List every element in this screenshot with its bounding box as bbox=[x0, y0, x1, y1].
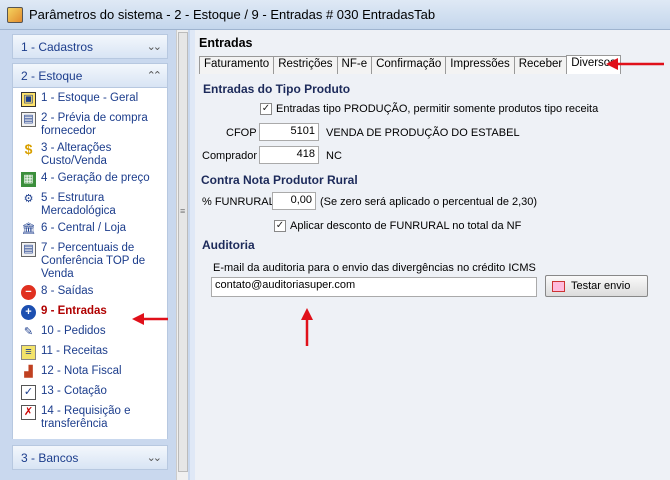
cfop-label: CFOP bbox=[226, 127, 257, 139]
sidebar-item-requisicao[interactable]: ✗ 14 - Requisição e transferência bbox=[13, 403, 167, 433]
tab-receber[interactable]: Receber bbox=[513, 56, 568, 74]
sidebar-item-label: 5 - Estrutura Mercadológica bbox=[41, 192, 116, 217]
app-icon bbox=[7, 6, 23, 23]
sidebar-item-label: 6 - Central / Loja bbox=[41, 222, 127, 234]
tab-restricoes[interactable]: Restrições bbox=[273, 56, 338, 74]
send-icon bbox=[552, 280, 565, 292]
scrollbar-grip-icon: ≡ bbox=[180, 206, 186, 216]
sidebar-item-label: 12 - Nota Fiscal bbox=[41, 365, 122, 377]
sidebar-item-estoque-geral[interactable]: ▣ 1 - Estoque - Geral bbox=[13, 90, 167, 110]
window-title: Parâmetros do sistema - 2 - Estoque / 9 … bbox=[29, 7, 436, 22]
sidebar-item-label: 2 - Prévia de compra fornecedor bbox=[41, 112, 148, 137]
testar-envio-button[interactable]: Testar envio bbox=[545, 275, 648, 297]
sidebar-item-label: 13 - Cotação bbox=[41, 385, 107, 397]
window-titlebar: Parâmetros do sistema - 2 - Estoque / 9 … bbox=[0, 0, 670, 30]
sidebar-item-label: 4 - Geração de preço bbox=[41, 172, 150, 184]
tab-faturamento[interactable]: Faturamento bbox=[199, 56, 275, 74]
group-bancos-label: 3 - Bancos bbox=[21, 450, 79, 465]
quote-icon: ✓ bbox=[21, 385, 36, 400]
funrural-desconto-label: Aplicar desconto de FUNRURAL no total da… bbox=[290, 220, 522, 232]
arrow-up-icon bbox=[301, 308, 313, 346]
testar-envio-label: Testar envio bbox=[571, 280, 631, 292]
sidebar-item-geracao-preco[interactable]: ▦ 4 - Geração de preço bbox=[13, 170, 167, 190]
structure-icon: ⚙ bbox=[23, 193, 34, 205]
sidebar-item-receitas[interactable]: ≡ 11 - Receitas bbox=[13, 343, 167, 363]
tab-bar: Faturamento Restrições NF-e Confirmação … bbox=[199, 55, 621, 74]
transfer-icon: ✗ bbox=[21, 405, 36, 420]
email-auditoria-field[interactable]: contato@auditoriasuper.com bbox=[211, 277, 537, 297]
sidebar-inner: 1 - Cadastros ⌄⌄ 2 - Estoque ⌃⌃ ▣ 1 - Es… bbox=[12, 34, 168, 480]
sidebar-item-previa-compra[interactable]: ▤ 2 - Prévia de compra fornecedor bbox=[13, 110, 167, 140]
dollar-icon: $ bbox=[24, 141, 33, 157]
group-estoque-label: 2 - Estoque bbox=[21, 68, 83, 83]
section-tipo-produto: Entradas do Tipo Produto bbox=[203, 82, 351, 96]
funrural-label: % FUNRURAL bbox=[202, 196, 275, 208]
sidebar-item-estrutura[interactable]: ⚙ 5 - Estrutura Mercadológica bbox=[13, 190, 167, 220]
tab-impressoes[interactable]: Impressões bbox=[445, 56, 515, 74]
scrollbar-thumb[interactable] bbox=[178, 32, 188, 472]
document-icon: ▤ bbox=[21, 112, 36, 127]
arrow-left-icon bbox=[606, 58, 664, 70]
main-panel: Entradas Faturamento Restrições NF-e Con… bbox=[195, 30, 670, 480]
page-title: Entradas bbox=[199, 36, 253, 50]
cfop-description: VENDA DE PRODUÇÃO DO ESTABEL bbox=[326, 127, 520, 139]
orders-icon: ✎ bbox=[23, 326, 34, 338]
funrural-hint: (Se zero será aplicado o percentual de 2… bbox=[320, 196, 538, 208]
producao-checkbox-label: Entradas tipo PRODUÇÃO, permitir somente… bbox=[276, 103, 599, 115]
sidebar-item-cotacao[interactable]: ✓ 13 - Cotação bbox=[13, 383, 167, 403]
email-auditoria-label: E-mail da auditoria para o envio das div… bbox=[213, 262, 536, 274]
sidebar-item-label: 11 - Receitas bbox=[41, 345, 108, 357]
arrow-left-icon bbox=[132, 313, 168, 325]
chevron-up-icon: ⌃⌃ bbox=[146, 70, 163, 82]
invoice-icon: ▟ bbox=[24, 366, 33, 378]
minus-icon: − bbox=[21, 285, 36, 300]
price-icon: ▦ bbox=[21, 172, 36, 187]
sidebar-item-label: 1 - Estoque - Geral bbox=[41, 92, 139, 104]
comprador-description: NC bbox=[326, 150, 342, 162]
sidebar-scrollbar[interactable]: ≡ bbox=[176, 30, 188, 480]
sidebar-item-label: 9 - Entradas bbox=[41, 305, 107, 317]
sidebar-item-label: 8 - Saídas bbox=[41, 285, 94, 297]
sidebar-item-central-loja[interactable]: 🏛 6 - Central / Loja bbox=[13, 220, 167, 240]
plus-icon: + bbox=[21, 305, 36, 320]
tab-confirmacao[interactable]: Confirmação bbox=[371, 56, 447, 74]
group-cadastros[interactable]: 1 - Cadastros ⌄⌄ bbox=[12, 34, 168, 59]
sidebar: 1 - Cadastros ⌄⌄ 2 - Estoque ⌃⌃ ▣ 1 - Es… bbox=[0, 30, 190, 480]
group-estoque-list: ▣ 1 - Estoque - Geral ▤ 2 - Prévia de co… bbox=[12, 88, 168, 439]
sidebar-item-label: 3 - Alterações Custo/Venda bbox=[41, 142, 112, 167]
document-icon: ▤ bbox=[21, 242, 36, 257]
sidebar-item-alteracoes[interactable]: $ 3 - Alterações Custo/Venda bbox=[13, 140, 167, 170]
section-produtor-rural: Contra Nota Produtor Rural bbox=[201, 173, 358, 187]
group-estoque[interactable]: 2 - Estoque ⌃⌃ bbox=[12, 63, 168, 88]
section-auditoria: Auditoria bbox=[202, 238, 255, 252]
funrural-desconto-checkbox[interactable]: ✓ bbox=[274, 220, 286, 232]
sidebar-item-label: 10 - Pedidos bbox=[41, 325, 106, 337]
sidebar-item-nota-fiscal[interactable]: ▟ 12 - Nota Fiscal bbox=[13, 363, 167, 383]
producao-checkbox[interactable]: ✓ bbox=[260, 103, 272, 115]
sidebar-item-label: 14 - Requisição e transferência bbox=[41, 405, 131, 430]
sidebar-item-percentuais[interactable]: ▤ 7 - Percentuais de Conferência TOP de … bbox=[13, 240, 167, 283]
building-icon: 🏛 bbox=[21, 223, 36, 235]
recipes-icon: ≡ bbox=[21, 345, 36, 360]
comprador-field[interactable]: 418 bbox=[259, 146, 319, 164]
chevron-down-icon: ⌄⌄ bbox=[146, 41, 163, 53]
sidebar-item-label: 7 - Percentuais de Conferência TOP de Ve… bbox=[41, 242, 146, 280]
group-cadastros-label: 1 - Cadastros bbox=[21, 39, 94, 54]
comprador-label: Comprador bbox=[202, 150, 258, 162]
tab-nfe[interactable]: NF-e bbox=[336, 56, 373, 74]
cfop-field[interactable]: 5101 bbox=[259, 123, 319, 141]
chevron-down-icon: ⌄⌄ bbox=[146, 452, 163, 464]
sidebar-item-saidas[interactable]: − 8 - Saídas bbox=[13, 283, 167, 303]
stock-icon: ▣ bbox=[21, 92, 36, 107]
funrural-field[interactable]: 0,00 bbox=[272, 192, 316, 210]
group-bancos[interactable]: 3 - Bancos ⌄⌄ bbox=[12, 445, 168, 470]
